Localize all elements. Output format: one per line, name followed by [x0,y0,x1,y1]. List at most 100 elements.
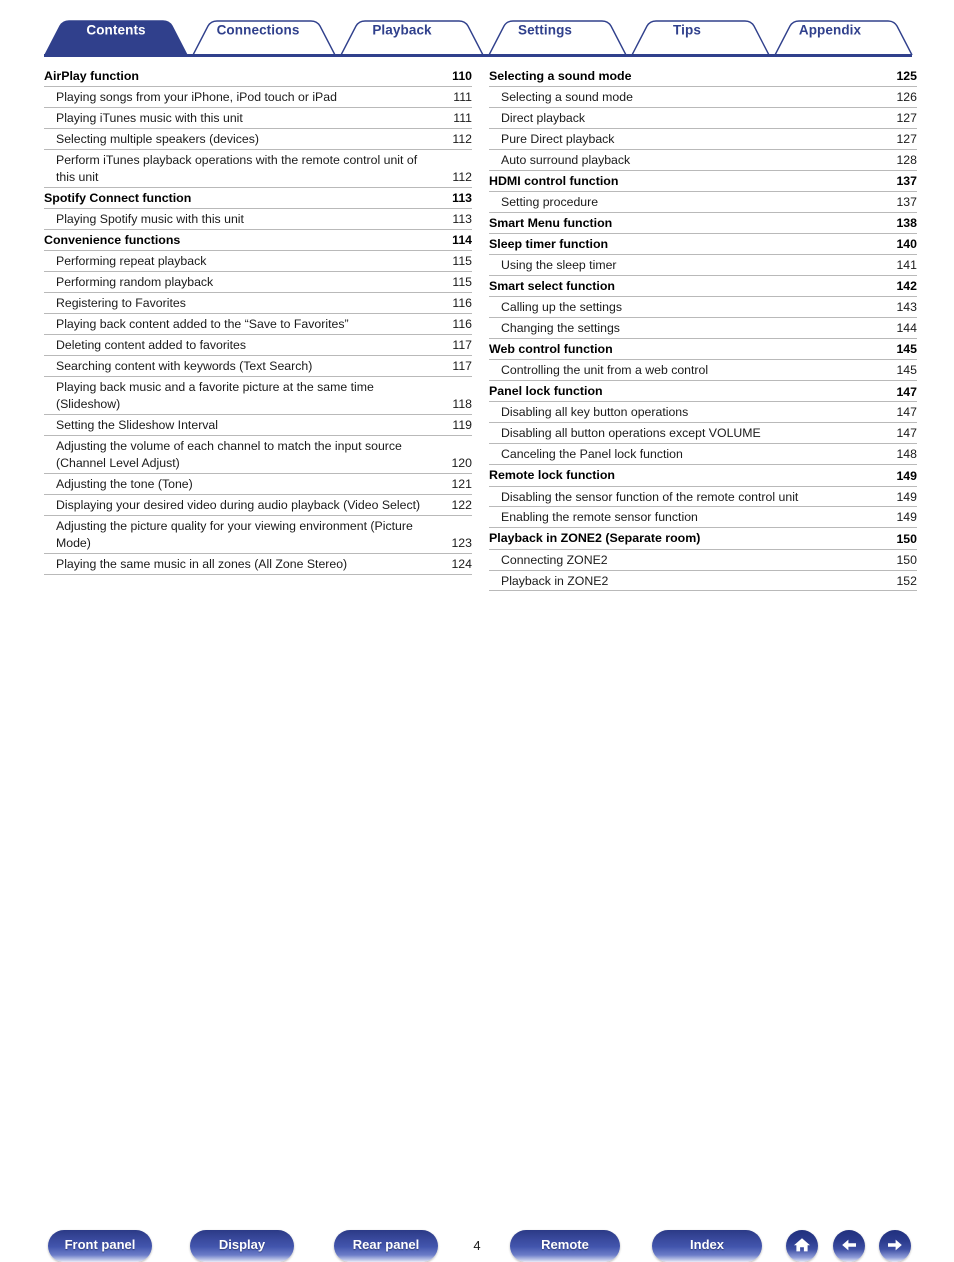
toc-entry-title: Selecting multiple speakers (devices) [56,132,259,147]
tab-playback[interactable]: Playback [372,23,431,38]
toc-entry[interactable]: Disabling all button operations except V… [489,423,917,445]
tab-baseline [44,54,912,57]
toc-entry[interactable]: Perform iTunes playback operations with … [44,150,472,188]
toc-column-right: Selecting a sound mode 125 Selecting a sou… [489,66,917,592]
toc-entry-title: Panel lock function [489,384,603,399]
footer-navigation: 4 Front panel Display Rear panel Remote Inde… [0,610,954,1262]
toc-entry-page: 147 [896,426,917,441]
toc-entry[interactable]: Playback in ZONE2 152 [489,571,917,592]
toc-entry[interactable]: Playing the same music in all zones (All… [44,554,472,575]
footer-button-label: Remote [541,1237,589,1252]
toc-entry[interactable]: Playing songs from your iPhone, iPod tou… [44,87,472,109]
toc-entry[interactable]: Direct playback 127 [489,108,917,130]
toc-entry-page: 113 [452,191,472,206]
toc-entry-title: Playing the same music in all zones (All… [56,556,348,571]
footer-button-index[interactable]: Index [652,1230,762,1262]
toc-entry[interactable]: Connecting ZONE2 150 [489,550,917,571]
toc-section-heading[interactable]: Convenience functions 114 [44,230,472,252]
toc-section-heading[interactable]: Playback in ZONE2 (Separate room) 150 [489,528,917,550]
toc-entry[interactable]: Performing random playback 115 [44,272,472,294]
toc-entry[interactable]: Adjusting the volume of each channel to … [44,436,472,474]
toc-entry-page: 152 [896,573,917,588]
arrow-left-icon[interactable] [833,1230,865,1262]
toc-entry[interactable]: Displaying your desired video during aud… [44,495,472,516]
toc-entry-title: Playing iTunes music with this unit [56,111,243,126]
toc-section-heading[interactable]: Web control function 145 [489,339,917,361]
toc-entry-title: Connecting ZONE2 [501,552,608,567]
toc-entry[interactable]: Playing back music and a favorite pictur… [44,377,472,415]
toc-entry-title: Convenience functions [44,233,181,248]
toc-entry[interactable]: Playing Spotify music with this unit 113 [44,209,472,231]
toc-entry[interactable]: Enabling the remote sensor function 149 [489,507,917,529]
toc-entry[interactable]: Searching content with keywords (Text Se… [44,356,472,377]
toc-section-heading[interactable]: Remote lock function 149 [489,465,917,487]
toc-entry-title: Disabling all key button operations [501,405,689,420]
toc-entry-title: Web control function [489,342,613,357]
toc-entry-title: Disabling the sensor function of the rem… [501,489,799,504]
tab-settings[interactable]: Settings [518,23,572,38]
toc-column-left: AirPlay function 110 Playing songs from yo… [44,66,472,575]
toc-entry[interactable]: Deleting content added to favorites 117 [44,335,472,356]
toc-entry[interactable]: Playing iTunes music with this unit 111 [44,108,472,130]
toc-entry[interactable]: Canceling the Panel lock function 148 [489,444,917,466]
toc-entry-title: Remote lock function [489,468,615,483]
toc-section-heading[interactable]: Panel lock function 147 [489,381,917,403]
toc-entry-title: Playing back music and a favorite pictur… [56,379,374,411]
arrow-right-icon[interactable] [879,1230,911,1262]
toc-section-heading[interactable]: Smart Menu function 138 [489,213,917,235]
toc-section-heading[interactable]: Spotify Connect function 113 [44,188,472,210]
toc-section-heading[interactable]: Selecting a sound mode 125 [489,66,917,88]
toc-entry-page: 117 [452,358,472,373]
toc-entry[interactable]: Setting the Slideshow Interval 119 [44,415,472,436]
footer-button-display[interactable]: Display [190,1230,294,1262]
toc-entry-page: 118 [452,396,472,411]
toc-entry[interactable]: Registering to Favorites 116 [44,293,472,315]
toc-entry[interactable]: Playing back content added to the “Save … [44,314,472,336]
toc-entry-title: Displaying your desired video during aud… [56,497,421,512]
toc-entry-page: 150 [896,531,917,546]
toc-entry-page: 122 [451,497,472,512]
toc-section-heading[interactable]: Sleep timer function 140 [489,234,917,256]
footer-button-remote[interactable]: Remote [510,1230,620,1262]
toc-entry[interactable]: Pure Direct playback 127 [489,129,917,151]
toc-section-heading[interactable]: Smart select function 142 [489,276,917,298]
toc-entry[interactable]: Controlling the unit from a web control 1… [489,360,917,382]
toc-entry-title: Selecting a sound mode [501,90,633,105]
toc-entry-title: Selecting a sound mode [489,69,632,83]
toc-entry-page: 114 [452,233,472,248]
tab-connections[interactable]: Connections [217,23,300,38]
toc-entry-page: 116 [452,317,472,332]
toc-entry[interactable]: Auto surround playback 128 [489,150,917,171]
tab-bar: Contents Connections Playback Settings T… [0,0,954,62]
footer-button-label: Index [690,1237,724,1252]
toc-entry[interactable]: Disabling the sensor function of the rem… [489,487,917,508]
toc-entry[interactable]: Performing repeat playback 115 [44,251,472,273]
toc-entry[interactable]: Changing the settings 144 [489,318,917,340]
toc-entry[interactable]: Adjusting the tone (Tone) 121 [44,474,472,495]
tab-contents[interactable]: Contents [86,23,145,38]
toc-entry[interactable]: Selecting a sound mode 126 [489,87,917,109]
tab-tips[interactable]: Tips [673,23,701,38]
toc-section-heading[interactable]: AirPlay function 110 [44,66,472,88]
tab-appendix[interactable]: Appendix [799,23,861,38]
toc-entry-title: Calling up the settings [501,300,622,315]
toc-entry[interactable]: Selecting multiple speakers (devices) 112 [44,129,472,151]
toc-section-heading[interactable]: HDMI control function 137 [489,171,917,193]
toc-entry-page: 149 [896,489,917,504]
toc-entry-title: Searching content with keywords (Text Se… [56,358,313,373]
toc-entry[interactable]: Calling up the settings 143 [489,297,917,319]
toc-entry-title: Controlling the unit from a web control [501,363,709,378]
footer-button-front-panel[interactable]: Front panel [48,1230,152,1262]
toc-entry-page: 111 [453,90,472,105]
toc-entry[interactable]: Disabling all key button operations 147 [489,402,917,424]
toc-entry[interactable]: Adjusting the picture quality for your v… [44,516,472,554]
toc-entry-title: Spotify Connect function [44,190,192,205]
home-icon[interactable] [786,1230,818,1262]
toc-entry[interactable]: Using the sleep timer 141 [489,255,917,277]
toc-entry[interactable]: Setting procedure 137 [489,192,917,214]
toc-entry-page: 149 [896,510,917,525]
toc-entry-title: Deleting content added to favorites [56,338,247,353]
footer-button-rear-panel[interactable]: Rear panel [334,1230,438,1262]
toc-entry-title: Performing repeat playback [56,254,207,269]
toc-entry-page: 147 [896,405,917,420]
